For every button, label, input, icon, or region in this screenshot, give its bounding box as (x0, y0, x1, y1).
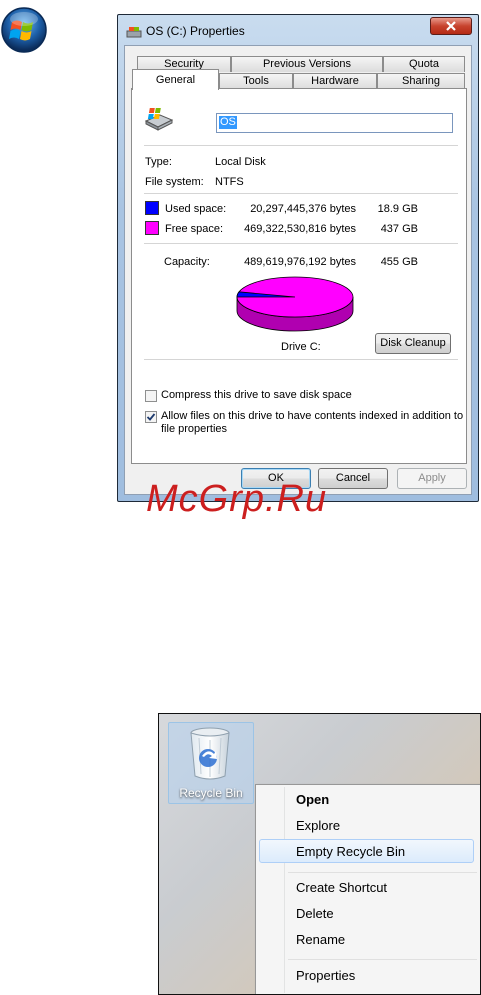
dialog-client-area: Security Previous Versions Quota General… (124, 45, 472, 495)
compress-label: Compress this drive to save disk space (161, 389, 352, 401)
window-title: OS (C:) Properties (146, 24, 245, 38)
menu-item-explore[interactable]: Explore (296, 818, 340, 833)
recycle-bin-label: Recycle Bin (179, 786, 243, 800)
menu-separator (288, 959, 477, 960)
used-space-bytes: 20,297,445,376 bytes (250, 203, 356, 215)
tab-sharing[interactable]: Sharing (377, 73, 465, 89)
type-label: Type: (145, 156, 172, 168)
tab-general[interactable]: General (132, 69, 219, 90)
drive-letter-label: Drive C: (281, 341, 321, 353)
index-checkbox[interactable] (145, 411, 157, 423)
checkmark-icon (146, 413, 156, 421)
used-space-gb: 18.9 GB (377, 203, 418, 215)
disk-cleanup-label: Disk Cleanup (380, 337, 446, 349)
apply-label: Apply (418, 472, 446, 484)
tab-tools[interactable]: Tools (219, 73, 293, 89)
capacity-gb: 455 GB (380, 256, 418, 268)
close-button[interactable] (430, 17, 472, 35)
apply-button[interactable]: Apply (397, 468, 467, 489)
separator (144, 359, 458, 360)
windows-start-orb-icon[interactable] (0, 6, 48, 54)
capacity-label: Capacity: (164, 256, 210, 268)
index-label-line2: file properties (161, 423, 228, 435)
file-system-value: NTFS (215, 176, 244, 188)
drive-icon (126, 27, 142, 38)
drive-name-text: OS (219, 116, 237, 129)
menu-gutter (284, 787, 285, 993)
close-icon (446, 21, 456, 31)
menu-item-empty-recycle-bin[interactable]: Empty Recycle Bin (296, 844, 405, 859)
drive-name-input[interactable] (216, 113, 453, 133)
menu-item-open[interactable]: Open (296, 792, 329, 807)
hard-drive-icon (144, 108, 174, 131)
file-system-label: File system: (145, 176, 204, 188)
drive-properties-window: OS (C:) Properties Security Previous Ver… (117, 14, 479, 502)
menu-separator (288, 872, 477, 873)
tab-previous-versions[interactable]: Previous Versions (231, 56, 383, 72)
menu-item-create-shortcut[interactable]: Create Shortcut (296, 880, 387, 895)
watermark-text: McGrp.Ru (146, 478, 328, 520)
index-label-line1: Allow files on this drive to have conten… (161, 410, 464, 422)
used-space-label: Used space: (165, 203, 227, 215)
free-space-gb: 437 GB (380, 223, 418, 235)
general-tab-panel: OS Type: Local Disk File system: NTFS Us… (131, 88, 467, 464)
tab-hardware[interactable]: Hardware (293, 73, 377, 89)
disk-cleanup-button[interactable]: Disk Cleanup (375, 333, 451, 354)
menu-item-properties[interactable]: Properties (296, 968, 355, 983)
free-space-bytes: 469,322,530,816 bytes (244, 223, 356, 235)
menu-item-rename[interactable]: Rename (296, 932, 345, 947)
capacity-bytes: 489,619,976,192 bytes (244, 256, 356, 268)
separator (144, 145, 458, 146)
compress-checkbox[interactable] (145, 390, 157, 402)
used-space-swatch (145, 201, 159, 215)
tab-quota[interactable]: Quota (383, 56, 465, 72)
free-space-swatch (145, 221, 159, 235)
type-value: Local Disk (215, 156, 266, 168)
separator (144, 243, 458, 244)
context-menu: Open Explore Empty Recycle Bin Create Sh… (255, 784, 480, 994)
menu-item-delete[interactable]: Delete (296, 906, 334, 921)
desktop-area: Recycle Bin Open Explore Empty Recycle B… (158, 713, 481, 995)
cancel-button[interactable]: Cancel (318, 468, 388, 489)
recycle-bin-icon[interactable] (188, 726, 232, 782)
free-space-label: Free space: (165, 223, 224, 235)
disk-usage-pie-chart (236, 276, 354, 332)
separator (144, 193, 458, 194)
